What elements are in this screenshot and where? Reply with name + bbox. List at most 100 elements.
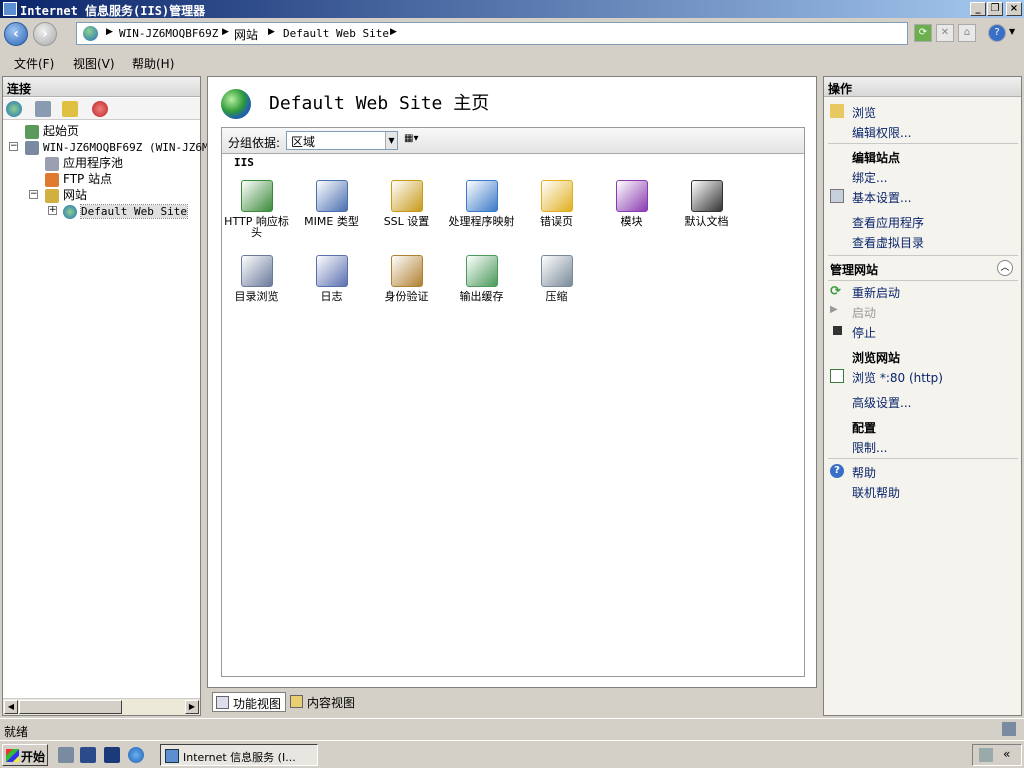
minimize-button[interactable]: _ bbox=[970, 2, 986, 16]
command-prompt-icon[interactable] bbox=[104, 747, 120, 763]
action-browse[interactable]: 浏览 bbox=[852, 104, 876, 121]
feature-compress[interactable]: 压缩 bbox=[519, 255, 594, 302]
chevron-down-icon[interactable]: ▼ bbox=[385, 132, 397, 149]
start-button[interactable]: 开始 bbox=[2, 744, 48, 766]
breadcrumb-sites[interactable]: 网站 bbox=[234, 26, 258, 43]
action-restart[interactable]: 重新启动 bbox=[852, 284, 900, 301]
feature-error-page[interactable]: 错误页 bbox=[519, 180, 594, 227]
tree-app-pools[interactable]: 应用程序池 bbox=[45, 155, 123, 171]
internet-explorer-icon[interactable] bbox=[128, 747, 144, 763]
chevron-right-icon: ▶ bbox=[106, 27, 113, 37]
collapse-sites-icon[interactable]: − bbox=[29, 190, 38, 199]
feature-label: 默认文档 bbox=[684, 215, 729, 228]
action-browse-80[interactable]: 浏览 *:80 (http) bbox=[852, 369, 943, 386]
menu-file[interactable]: 文件(F) bbox=[14, 55, 54, 72]
group-by-select[interactable]: 区域 ▼ bbox=[286, 131, 398, 150]
view-mode-button[interactable]: ▦▾ bbox=[404, 133, 428, 148]
page-title: Default Web Site 主页 bbox=[269, 93, 490, 114]
chevron-up-icon[interactable]: ︿ bbox=[997, 260, 1013, 276]
feature-lock[interactable]: SSL 设置 bbox=[369, 180, 444, 227]
action-help[interactable]: 帮助 bbox=[852, 464, 876, 481]
help-icon: ? bbox=[830, 464, 844, 478]
dir-browse-icon bbox=[240, 255, 273, 287]
tab-content-view[interactable]: 内容视图 bbox=[287, 692, 359, 712]
status-text: 就绪 bbox=[4, 725, 29, 739]
feature-dir-browse[interactable]: 目录浏览 bbox=[219, 255, 294, 302]
close-button[interactable]: × bbox=[1006, 2, 1022, 16]
action-basic-settings[interactable]: 基本设置... bbox=[852, 189, 911, 206]
stop-icon[interactable]: ✕ bbox=[936, 24, 954, 42]
help-icon[interactable]: ? bbox=[988, 24, 1006, 42]
browse-folder-icon bbox=[830, 104, 844, 118]
menu-bar: 文件(F) 视图(V) 帮助(H) bbox=[0, 52, 1024, 74]
server-manager-icon[interactable] bbox=[58, 747, 74, 763]
browse-site-heading: 浏览网站 bbox=[852, 351, 901, 365]
home-icon[interactable]: ⌂ bbox=[958, 24, 976, 42]
refresh-icon[interactable]: ⟳ bbox=[914, 24, 932, 42]
manage-site-heading: 管理网站 bbox=[830, 263, 879, 277]
log-icon bbox=[315, 255, 348, 287]
connections-toolbar bbox=[3, 98, 200, 120]
stop-icon bbox=[833, 326, 842, 335]
menu-help[interactable]: 帮助(H) bbox=[132, 55, 174, 72]
feature-mime[interactable]: MIME 类型 bbox=[294, 180, 369, 227]
menu-view[interactable]: 视图(V) bbox=[73, 55, 115, 72]
restore-button[interactable]: ❐ bbox=[987, 2, 1003, 16]
group-by-bar: 分组依据: 区域 ▼ ▦▾ bbox=[222, 128, 804, 154]
feature-label: SSL 设置 bbox=[383, 215, 430, 228]
feature-log[interactable]: 日志 bbox=[294, 255, 369, 302]
disconnect-icon[interactable] bbox=[92, 101, 108, 117]
breadcrumb-default-site[interactable]: Default Web Site bbox=[283, 27, 389, 40]
action-start[interactable]: 启动 bbox=[852, 304, 876, 321]
show-desktop-icon[interactable] bbox=[80, 747, 96, 763]
address-bar[interactable]: ▶ WIN-JZ6MOQBF69Z ▶ 网站 ▶ Default Web Sit… bbox=[76, 22, 908, 45]
tree-default-web-site[interactable]: Default Web Site bbox=[63, 203, 188, 219]
scroll-thumb[interactable] bbox=[19, 700, 122, 714]
feature-label: 错误页 bbox=[540, 215, 573, 228]
action-bindings[interactable]: 绑定... bbox=[852, 169, 887, 186]
tray-expand-icon[interactable]: « bbox=[1003, 747, 1010, 761]
expand-default-site-icon[interactable]: + bbox=[48, 206, 57, 215]
back-button[interactable]: ‹ bbox=[4, 22, 28, 46]
feature-output-cache[interactable]: 输出缓存 bbox=[444, 255, 519, 302]
save-icon[interactable] bbox=[35, 101, 51, 117]
scroll-right-icon[interactable]: ▶ bbox=[185, 700, 199, 714]
help-dropdown-icon[interactable]: ▼ bbox=[1009, 27, 1015, 36]
tree-ftp-sites[interactable]: FTP 站点 bbox=[45, 171, 112, 187]
action-limits[interactable]: 限制... bbox=[852, 439, 887, 456]
forward-button[interactable]: › bbox=[33, 22, 57, 46]
horizontal-scrollbar[interactable]: ◀ ▶ bbox=[3, 698, 200, 715]
feature-handler[interactable]: 处理程序映射 bbox=[444, 180, 519, 227]
tree-start-page[interactable]: 起始页 bbox=[25, 123, 79, 139]
chevron-right-icon: ▶ bbox=[268, 27, 275, 37]
divider bbox=[828, 280, 1018, 281]
feature-modules[interactable]: 模块 bbox=[594, 180, 669, 227]
taskbar-iis-window[interactable]: Internet 信息服务 (I... bbox=[160, 744, 318, 766]
features-content: 分组依据: 区域 ▼ ▦▾ IIS HTTP 响应标头 MIME 类型 SSL 设置… bbox=[221, 127, 805, 677]
feature-default-doc[interactable]: 默认文档 bbox=[669, 180, 744, 227]
divider bbox=[828, 458, 1018, 459]
action-stop[interactable]: 停止 bbox=[852, 324, 876, 341]
action-online-help[interactable]: 联机帮助 bbox=[852, 484, 900, 501]
tree-server[interactable]: WIN-JZ6MOQBF69Z (WIN-JZ6MO bbox=[25, 139, 215, 155]
action-view-applications[interactable]: 查看应用程序 bbox=[852, 214, 924, 231]
connect-icon[interactable] bbox=[6, 101, 22, 117]
breadcrumb-server[interactable]: WIN-JZ6MOQBF69Z bbox=[119, 27, 218, 40]
tree-sites[interactable]: 网站 bbox=[45, 187, 87, 203]
feature-label: 模块 bbox=[620, 215, 643, 228]
restart-icon: ⟳ bbox=[830, 284, 841, 299]
scroll-left-icon[interactable]: ◀ bbox=[4, 700, 18, 714]
up-folder-icon[interactable] bbox=[62, 101, 78, 117]
action-edit-permissions[interactable]: 编辑权限... bbox=[852, 124, 911, 141]
tray-network-icon[interactable] bbox=[979, 748, 993, 762]
tab-features-view[interactable]: 功能视图 bbox=[212, 692, 287, 712]
actions-panel: 操作 浏览 编辑权限... 编辑站点 绑定... 基本设置... 查看应用程序 … bbox=[823, 76, 1022, 716]
feature-auth[interactable]: 身份验证 bbox=[369, 255, 444, 302]
action-view-virtual-dirs[interactable]: 查看虚拟目录 bbox=[852, 234, 924, 251]
divider bbox=[828, 255, 1018, 256]
feature-http-response[interactable]: HTTP 响应标头 bbox=[219, 180, 294, 238]
feature-label: 输出缓存 bbox=[459, 290, 504, 303]
collapse-server-icon[interactable]: − bbox=[9, 142, 18, 151]
status-bar: 就绪 bbox=[0, 718, 1024, 740]
action-advanced-settings[interactable]: 高级设置... bbox=[852, 394, 911, 411]
